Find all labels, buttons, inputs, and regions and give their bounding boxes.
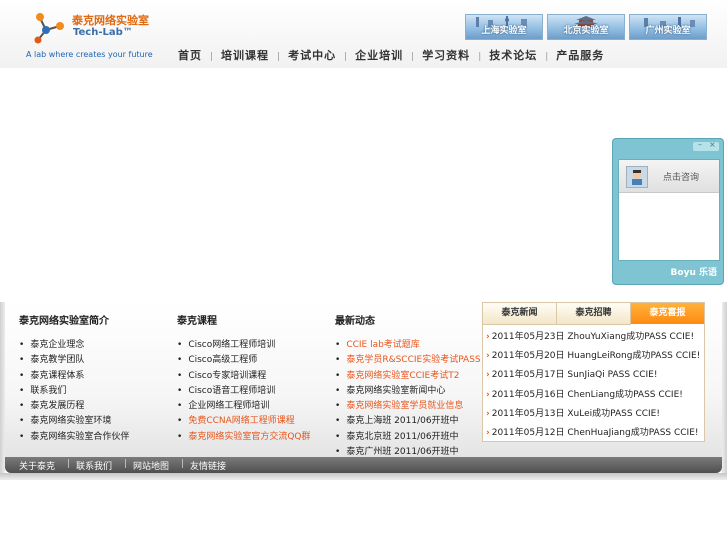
nav-courses[interactable]: 培训课程 <box>221 47 269 63</box>
chat-header[interactable]: 点击咨询 <box>619 160 719 193</box>
nav-tech-forum[interactable]: 技术论坛 <box>489 47 537 63</box>
close-icon[interactable]: × <box>709 140 716 149</box>
footer-separator: | <box>181 459 185 469</box>
news-item-text: 2011年05月20日 HuangLeiRong成功PASS CCIE! <box>491 351 701 362</box>
lab-banner-label: 北京实验室 <box>563 26 609 36</box>
nav-separator: | <box>545 52 549 62</box>
arrow-right-icon: › <box>486 408 490 419</box>
nav-separator: | <box>411 52 415 62</box>
list-item[interactable]: › 2011年05月17日 SunJiaQi PASS CCIE! <box>486 366 701 385</box>
footer-link-about[interactable]: 关于泰克 <box>19 459 55 472</box>
about-link[interactable]: 泰克网络实验室合作伙伴 <box>19 430 129 445</box>
frame-shadow-right <box>722 302 727 480</box>
footer-separator: | <box>67 459 71 469</box>
minimize-icon[interactable]: – <box>698 140 702 149</box>
nav-study-materials[interactable]: 学习资料 <box>422 47 470 63</box>
tech-lab-logo-icon <box>34 13 64 44</box>
news-item-text: 2011年05月16日 ChenLiang成功PASS CCIE! <box>491 389 683 400</box>
frame-shadow-bottom <box>0 473 727 480</box>
lab-banner-label: 上海实验室 <box>481 26 527 36</box>
good-news-list: › 2011年05月23日 ZhouYuXiang成功PASS CCIE! › 20… <box>486 328 701 443</box>
chat-consult-label[interactable]: 点击咨询 <box>663 170 699 183</box>
nav-exam-center[interactable]: 考试中心 <box>288 47 336 63</box>
chat-avatar <box>626 166 648 188</box>
logo-cn-name: 泰克网络实验室 <box>72 14 149 27</box>
footer-link-contact[interactable]: 联系我们 <box>76 459 112 472</box>
course-link[interactable]: Cisco网络工程师培训 <box>177 338 310 353</box>
news-link-hot[interactable]: 泰克网络实验室CCIE考试T2 <box>335 369 481 384</box>
list-item[interactable]: › 2011年05月20日 HuangLeiRong成功PASS CCIE! <box>486 347 701 366</box>
chat-avatar-icon <box>632 170 642 185</box>
tab-good-news[interactable]: 泰克喜报 <box>631 303 704 324</box>
nav-separator: | <box>277 52 281 62</box>
footer-separator: | <box>124 459 128 469</box>
news-link-hot[interactable]: 泰克学员R&SCCIE实验考试PASS <box>335 353 480 368</box>
news-item-text: 2011年05月12日 ChenHuaJiang成功PASS CCIE! <box>491 427 699 438</box>
tab-recruitment[interactable]: 泰克招聘 <box>557 303 631 325</box>
list-item[interactable]: › 2011年05月16日 ChenLiang成功PASS CCIE! <box>486 386 701 405</box>
news-item-text: 2011年05月13日 XuLei成功PASS CCIE! <box>491 408 660 419</box>
chat-panel[interactable]: 点击咨询 <box>618 159 720 261</box>
arrow-right-icon: › <box>486 389 490 400</box>
news-link[interactable]: 泰克网络实验室新闻中心 <box>335 384 481 399</box>
arrow-right-icon: › <box>486 427 490 438</box>
logo-en-name: Tech-Lab™ <box>73 27 133 38</box>
nav-products[interactable]: 产品服务 <box>556 47 604 63</box>
main-nav: 首页 | 培训课程 | 考试中心 | 企业培训 | 学习资料 | 技术论坛 | 产品服务 <box>178 47 604 63</box>
about-link[interactable]: 泰克发展历程 <box>19 399 129 414</box>
nav-separator: | <box>344 52 348 62</box>
nav-home[interactable]: 首页 <box>178 47 202 63</box>
about-column: 泰克网络实验室简介 泰克企业理念 泰克教学团队 泰克课程体系 联系我们 泰克发展… <box>19 312 129 445</box>
list-item[interactable]: › 2011年05月23日 ZhouYuXiang成功PASS CCIE! <box>486 328 701 347</box>
chat-brand: Boyu 乐语 <box>670 268 717 278</box>
nav-enterprise-training[interactable]: 企业培训 <box>355 47 403 63</box>
footer-link-sitemap[interactable]: 网站地图 <box>133 459 169 472</box>
logo-slogan: A lab where creates your future <box>26 50 153 59</box>
about-link[interactable]: 联系我们 <box>19 384 129 399</box>
footer-link-friends[interactable]: 友情链接 <box>190 459 226 472</box>
footer-link-bar: 关于泰克 | 联系我们 | 网站地图 | 友情链接 <box>5 457 722 473</box>
about-link[interactable]: 泰克教学团队 <box>19 353 129 368</box>
news-link-hot[interactable]: CCIE lab考试题库 <box>335 338 481 353</box>
chat-widget[interactable]: – × 点击咨询 Boyu 乐语 <box>612 138 724 285</box>
list-item[interactable]: › 2011年05月13日 XuLei成功PASS CCIE! <box>486 405 701 424</box>
site-logo[interactable]: 泰克网络实验室 Tech-Lab™ A lab where creates yo… <box>26 10 166 62</box>
arrow-right-icon: › <box>486 332 490 342</box>
nav-separator: | <box>210 52 214 62</box>
news-column: 最新动态 CCIE lab考试题库 泰克学员R&SCCIE实验考试PASS 泰克… <box>335 312 481 460</box>
about-link[interactable]: 泰克课程体系 <box>19 369 129 384</box>
course-link[interactable]: Cisco高级工程师 <box>177 353 310 368</box>
list-item[interactable]: › 2011年05月12日 ChenHuaJiang成功PASS CCIE! <box>486 424 701 443</box>
news-item-text: 2011年05月17日 SunJiaQi PASS CCIE! <box>491 370 658 381</box>
lab-banner-guangzhou[interactable]: 广州实验室 <box>629 14 707 40</box>
about-link[interactable]: 泰克网络实验室环境 <box>19 414 129 429</box>
site-header: 泰克网络实验室 Tech-Lab™ A lab where creates yo… <box>0 0 727 69</box>
lab-banner-shanghai[interactable]: 上海实验室 <box>465 14 543 40</box>
course-link[interactable]: 企业网络工程师培训 <box>177 399 310 414</box>
course-link-hot[interactable]: 免费CCNA网络工程师课程 <box>177 414 310 429</box>
arrow-right-icon: › <box>486 351 490 362</box>
news-tabs-panel: 泰克新闻 泰克招聘 泰克喜报 › 2011年05月23日 ZhouYuXiang成… <box>482 302 705 442</box>
column-title: 泰克网络实验室简介 <box>19 316 109 327</box>
nav-separator: | <box>478 52 482 62</box>
about-link[interactable]: 泰克企业理念 <box>19 338 129 353</box>
courses-column: 泰克课程 Cisco网络工程师培训 Cisco高级工程师 Cisco专家培训课程… <box>177 312 310 445</box>
course-link[interactable]: Cisco语音工程师培训 <box>177 384 310 399</box>
tab-news[interactable]: 泰克新闻 <box>483 303 557 325</box>
chat-window-controls: – × <box>693 140 719 151</box>
news-link-hot[interactable]: 泰克网络实验室学员就业信息 <box>335 399 481 414</box>
course-link[interactable]: Cisco专家培训课程 <box>177 369 310 384</box>
column-title: 最新动态 <box>335 316 375 327</box>
news-link[interactable]: 泰克上海班 2011/06开班中 <box>335 414 481 429</box>
lab-banner-label: 广州实验室 <box>645 26 691 36</box>
news-item-text: 2011年05月23日 ZhouYuXiang成功PASS CCIE! <box>491 332 695 342</box>
news-link[interactable]: 泰克北京班 2011/06开班中 <box>335 430 481 445</box>
arrow-right-icon: › <box>486 370 490 381</box>
course-link-hot[interactable]: 泰克网络实验室官方交流QQ群 <box>177 430 310 445</box>
lab-banner-beijing[interactable]: 北京实验室 <box>547 14 625 40</box>
column-title: 泰克课程 <box>177 316 217 327</box>
